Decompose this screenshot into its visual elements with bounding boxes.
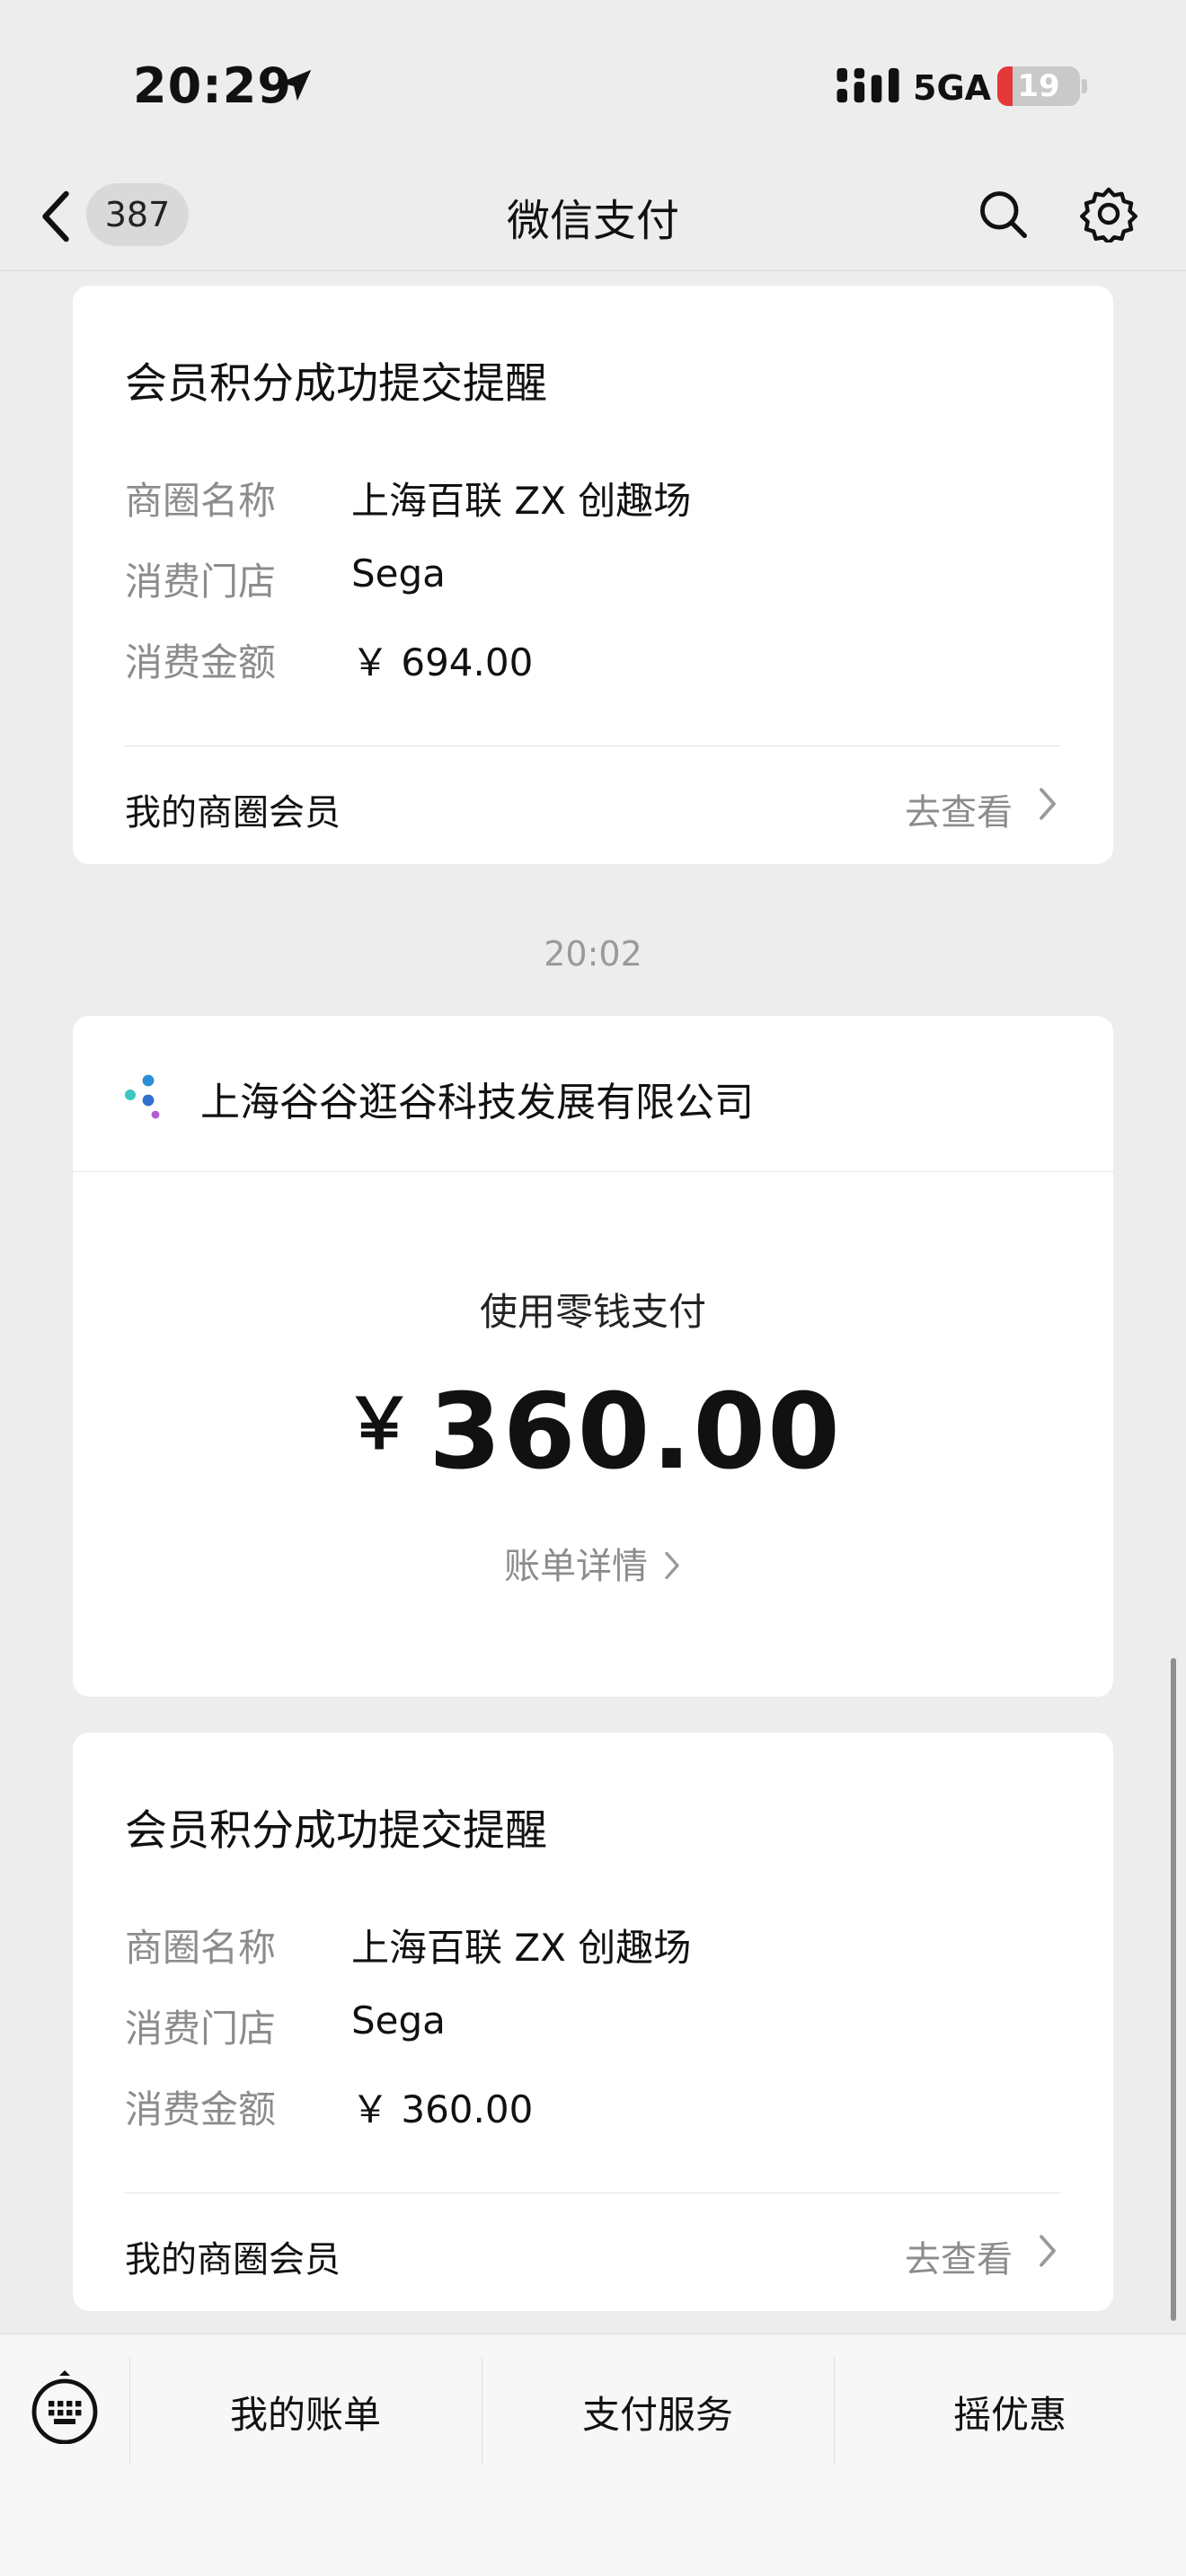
cellular-signal-icon: [836, 67, 899, 103]
row-label-business-district: 商圈名称: [125, 1926, 277, 1970]
row-value-store: Sega: [351, 551, 446, 595]
keyboard-icon[interactable]: [29, 2369, 101, 2444]
row-value-business-district: 上海百联 ZX 创趣场: [351, 1926, 692, 1970]
card-divider: [125, 745, 1061, 746]
search-icon[interactable]: [976, 187, 1030, 241]
network-type: 5GA: [913, 68, 992, 108]
merchant-row[interactable]: 上海谷谷逛谷科技发展有限公司: [73, 1016, 1113, 1172]
row-label-business-district: 商圈名称: [125, 479, 277, 523]
battery-cap: [1082, 79, 1087, 93]
chevron-right-icon: [1040, 788, 1056, 820]
row-label-amount: 消费金额: [125, 2087, 277, 2131]
merchant-name: 上海谷谷逛谷科技发展有限公司: [200, 1080, 754, 1125]
row-value-amount: ￥ 694.00: [351, 640, 534, 684]
row-value-store: Sega: [351, 1998, 446, 2042]
gear-icon[interactable]: [1080, 185, 1137, 243]
points-notice-card[interactable]: 会员积分成功提交提醒 商圈名称 上海百联 ZX 创趣场 消费门店 Sega 消费…: [73, 1733, 1113, 2311]
row-label-store: 消费门店: [125, 2007, 277, 2051]
menu-my-bills[interactable]: 我的账单: [129, 2385, 482, 2439]
menu-shake-deals[interactable]: 摇优惠: [834, 2385, 1186, 2439]
chevron-right-icon: [1040, 2235, 1056, 2267]
bill-details-link[interactable]: 账单详情: [73, 1537, 1113, 1589]
nav-bar: 387 微信支付: [0, 162, 1186, 271]
amount-value: 360.00: [429, 1372, 842, 1493]
view-link[interactable]: 去查看: [905, 783, 1013, 835]
currency-symbol: ￥: [344, 1384, 417, 1465]
bottom-menu-bar: 我的账单 支付服务 摇优惠: [0, 2333, 1186, 2576]
my-membership-link[interactable]: 我的商圈会员: [125, 2230, 341, 2282]
payment-method: 使用零钱支付: [479, 1290, 706, 1334]
payment-amount: ￥ 360.00: [73, 1368, 1113, 1493]
row-label-store: 消费门店: [125, 560, 277, 604]
merchant-logo-icon: [125, 1074, 160, 1119]
card-title: 会员积分成功提交提醒: [125, 1806, 547, 1856]
location-arrow-icon: [279, 69, 312, 101]
menu-payment-services[interactable]: 支付服务: [482, 2385, 834, 2439]
card-title: 会员积分成功提交提醒: [125, 359, 547, 409]
row-value-amount: ￥ 360.00: [351, 2087, 534, 2131]
card-divider: [125, 2192, 1061, 2193]
chevron-right-icon: [665, 1551, 679, 1580]
my-membership-link[interactable]: 我的商圈会员: [125, 783, 341, 835]
payment-card[interactable]: 上海谷谷逛谷科技发展有限公司 使用零钱支付 ￥ 360.00 账单详情: [73, 1016, 1113, 1697]
points-notice-card[interactable]: 会员积分成功提交提醒 商圈名称 上海百联 ZX 创趣场 消费门店 Sega 消费…: [73, 286, 1113, 864]
view-link[interactable]: 去查看: [905, 2230, 1013, 2282]
status-time: 20:29: [133, 57, 292, 114]
bill-details-label: 账单详情: [504, 1546, 648, 1587]
scrollbar[interactable]: [1171, 1658, 1176, 2321]
battery-indicator: 19: [997, 66, 1080, 106]
row-value-business-district: 上海百联 ZX 创趣场: [351, 479, 692, 523]
battery-level: 19: [1017, 68, 1060, 104]
row-label-amount: 消费金额: [125, 640, 277, 684]
message-timestamp: 20:02: [544, 934, 642, 974]
status-bar: 20:29 5GA 19: [0, 0, 1186, 162]
